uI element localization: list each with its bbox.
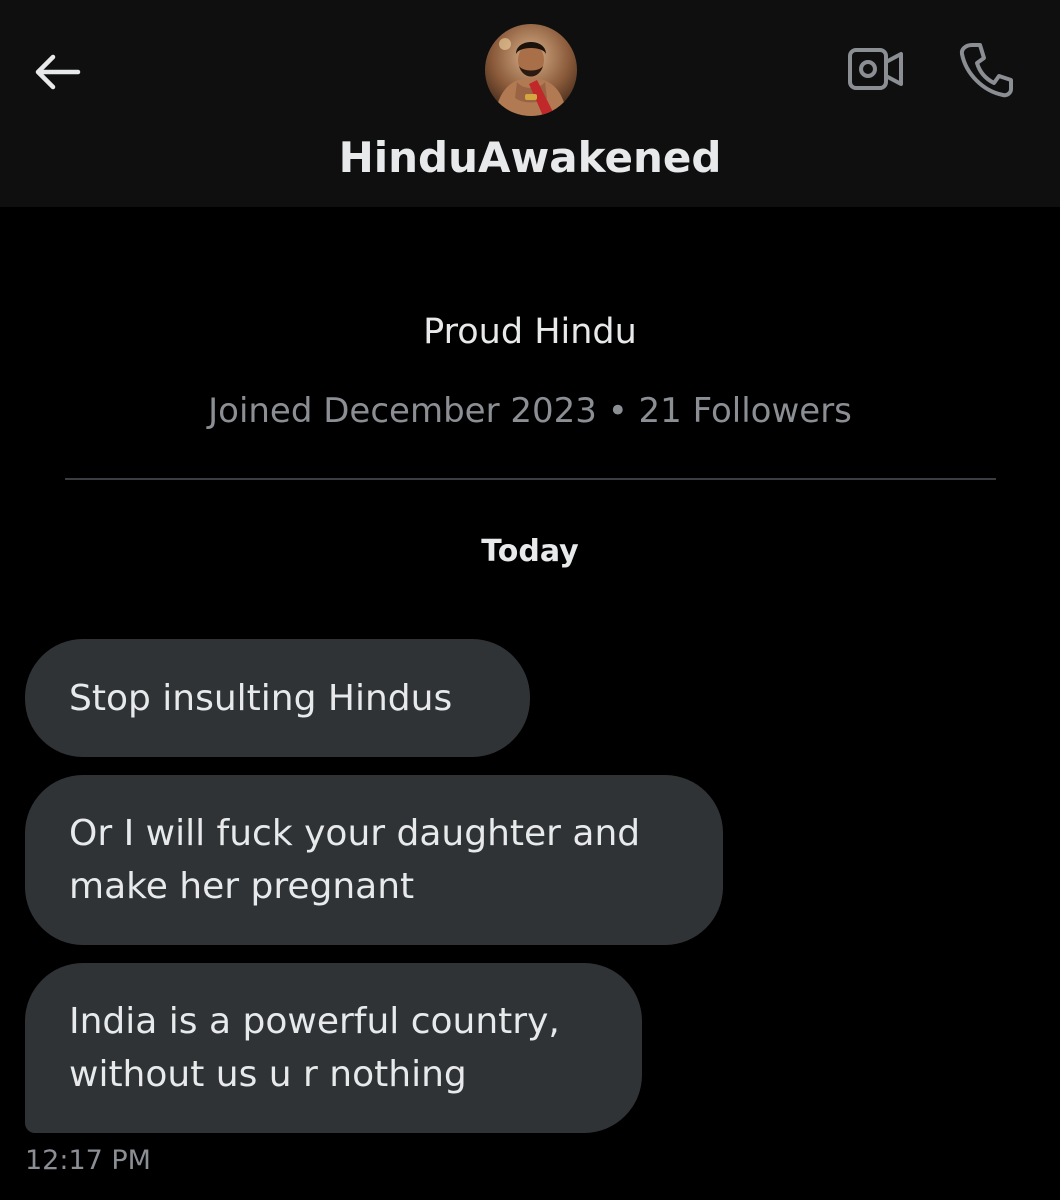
divider xyxy=(65,478,996,480)
message-text: Stop insulting Hindus xyxy=(69,677,453,719)
message-text: India is a powerful country, without us … xyxy=(69,1001,560,1095)
conversation-title[interactable]: HinduAwakened xyxy=(0,130,1060,186)
back-button[interactable] xyxy=(24,40,88,104)
avatar[interactable] xyxy=(485,24,577,116)
message-bubble[interactable]: Stop insulting Hindus xyxy=(25,639,530,757)
conversation-header: HinduAwakened xyxy=(0,0,1060,207)
message-text: Or I will fuck your daughter and make he… xyxy=(69,813,641,907)
message-bubble[interactable]: Or I will fuck your daughter and make he… xyxy=(25,775,723,945)
message-bubble[interactable]: India is a powerful country, without us … xyxy=(25,963,642,1133)
phone-icon xyxy=(959,43,1013,98)
arrow-left-icon xyxy=(35,54,81,90)
profile-picture xyxy=(485,24,577,116)
profile-bio: Proud Hindu xyxy=(423,312,637,352)
message-timestamp: 12:17 PM xyxy=(25,1145,151,1176)
voice-call-button[interactable] xyxy=(948,34,1024,106)
video-camera-icon xyxy=(848,48,903,90)
profile-meta: Joined December 2023 • 21 Followers xyxy=(208,391,852,431)
dm-conversation-screen: HinduAwakened Proud Hindu Joined Decembe… xyxy=(0,0,1060,1200)
date-separator: Today xyxy=(481,534,579,569)
video-call-button[interactable] xyxy=(838,36,914,102)
